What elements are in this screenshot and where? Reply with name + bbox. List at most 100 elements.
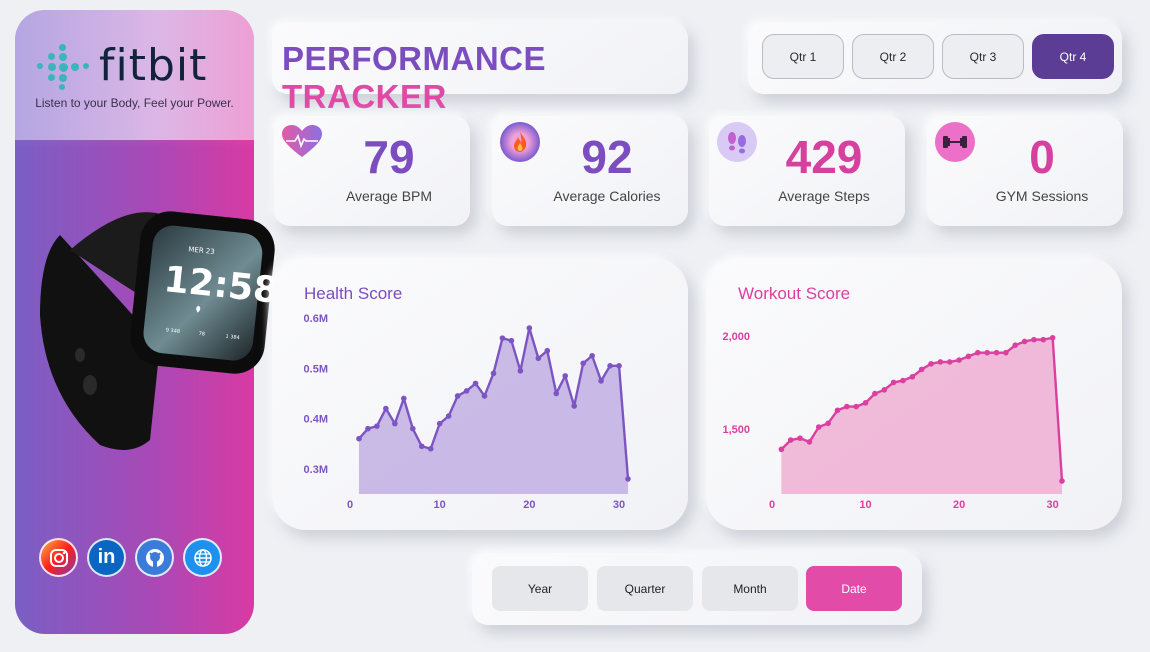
globe-icon[interactable] xyxy=(183,538,222,577)
social-links: in xyxy=(39,538,222,577)
kpi-avg-calories: 92 Average Calories xyxy=(492,116,688,226)
quarter-slicer: Qtr 1 Qtr 2 Qtr 3 Qtr 4 xyxy=(748,22,1122,94)
data-point[interactable] xyxy=(956,357,962,363)
data-point[interactable] xyxy=(356,435,362,442)
y-tick-label: 0.6M xyxy=(304,313,328,325)
data-point[interactable] xyxy=(872,390,878,397)
data-point[interactable] xyxy=(553,390,560,397)
data-point[interactable] xyxy=(853,403,859,410)
data-point[interactable] xyxy=(825,420,831,427)
data-point[interactable] xyxy=(975,349,981,356)
data-point[interactable] xyxy=(607,363,613,369)
data-point[interactable] xyxy=(472,380,479,387)
y-tick-label: 0.5M xyxy=(304,363,328,375)
data-point[interactable] xyxy=(535,355,542,362)
data-point[interactable] xyxy=(427,445,434,452)
data-point[interactable] xyxy=(928,361,934,367)
title-part-1: PERFORMANCE xyxy=(282,40,547,77)
data-point[interactable] xyxy=(508,337,515,344)
data-point[interactable] xyxy=(517,368,524,374)
data-point[interactable] xyxy=(374,423,380,429)
data-point[interactable] xyxy=(1059,478,1065,484)
data-point[interactable] xyxy=(1012,342,1019,348)
qtr-4-button[interactable]: Qtr 4 xyxy=(1032,34,1114,79)
data-point[interactable] xyxy=(598,378,604,384)
data-point[interactable] xyxy=(937,359,944,365)
data-point[interactable] xyxy=(778,446,785,453)
data-point[interactable] xyxy=(1003,349,1009,356)
kpi-avg-bpm: 79 Average BPM xyxy=(274,116,470,226)
data-point[interactable] xyxy=(909,374,916,380)
data-point[interactable] xyxy=(580,360,586,367)
data-point[interactable] xyxy=(490,370,497,377)
health-score-chart[interactable]: 0.3M 0.4M 0.5M 0.6M 0 10 20 30 xyxy=(272,258,688,530)
data-point[interactable] xyxy=(383,405,389,412)
kpi-gym-sessions: 0 GYM Sessions xyxy=(927,116,1123,226)
fitbit-dots-icon xyxy=(37,43,89,90)
data-point[interactable] xyxy=(1040,336,1047,343)
kpi-avg-steps: 429 Average Steps xyxy=(709,116,905,226)
date-button[interactable]: Date xyxy=(806,566,902,611)
y-tick-label: 0.3M xyxy=(304,464,328,476)
data-point[interactable] xyxy=(815,424,822,430)
linkedin-icon[interactable]: in xyxy=(87,538,126,577)
page-title: PERFORMANCE TRACKER xyxy=(282,40,688,116)
data-point[interactable] xyxy=(862,400,869,406)
qtr-1-button[interactable]: Qtr 1 xyxy=(762,34,844,79)
title-card: PERFORMANCE TRACKER xyxy=(272,22,688,115)
quarter-button[interactable]: Quarter xyxy=(597,566,693,611)
instagram-icon[interactable] xyxy=(39,538,78,577)
data-point[interactable] xyxy=(1049,334,1056,341)
data-point[interactable] xyxy=(409,425,416,432)
year-button[interactable]: Year xyxy=(492,566,588,611)
data-point[interactable] xyxy=(454,393,461,399)
data-point[interactable] xyxy=(1021,338,1028,345)
data-point[interactable] xyxy=(616,363,622,369)
data-point[interactable] xyxy=(463,388,470,394)
x-tick-label: 30 xyxy=(1047,499,1059,511)
github-icon[interactable] xyxy=(135,538,174,577)
data-point[interactable] xyxy=(881,387,888,393)
data-point[interactable] xyxy=(625,476,631,482)
data-point[interactable] xyxy=(418,443,425,450)
data-point[interactable] xyxy=(1031,336,1037,343)
data-point[interactable] xyxy=(392,420,398,427)
x-tick-label: 30 xyxy=(613,499,625,511)
x-tick-label: 10 xyxy=(434,499,446,511)
data-point[interactable] xyxy=(481,393,488,399)
qtr-2-button[interactable]: Qtr 2 xyxy=(852,34,934,79)
data-point[interactable] xyxy=(401,395,407,402)
data-point[interactable] xyxy=(844,403,850,410)
x-tick-label: 0 xyxy=(769,499,775,511)
month-button[interactable]: Month xyxy=(702,566,798,611)
data-point[interactable] xyxy=(834,407,841,414)
data-point[interactable] xyxy=(589,352,595,359)
data-point[interactable] xyxy=(965,353,972,360)
data-point[interactable] xyxy=(544,347,551,354)
data-point[interactable] xyxy=(436,420,443,427)
data-point[interactable] xyxy=(918,366,925,373)
data-point[interactable] xyxy=(787,437,794,443)
data-point[interactable] xyxy=(562,373,569,379)
data-point[interactable] xyxy=(984,349,990,356)
data-point[interactable] xyxy=(365,425,371,432)
y-tick-label: 0.4M xyxy=(304,414,328,426)
data-point[interactable] xyxy=(526,325,533,331)
qtr-3-button[interactable]: Qtr 3 xyxy=(942,34,1024,79)
x-tick-label: 0 xyxy=(347,499,353,511)
workout-score-chart[interactable]: 1,500 2,000 0 10 20 30 xyxy=(706,258,1122,530)
data-point[interactable] xyxy=(571,403,577,409)
data-point[interactable] xyxy=(806,439,813,445)
y-tick-label: 2,000 xyxy=(722,331,750,343)
data-point[interactable] xyxy=(797,435,803,441)
data-point[interactable] xyxy=(993,349,1000,356)
brand-tagline: Listen to your Body, Feel your Power. xyxy=(35,96,234,110)
data-point[interactable] xyxy=(445,413,452,419)
data-point[interactable] xyxy=(900,377,906,384)
x-tick-label: 20 xyxy=(953,499,965,511)
kpi-label: Average Calories xyxy=(553,188,661,204)
data-point[interactable] xyxy=(946,359,953,365)
kpi-value: 429 xyxy=(785,131,863,183)
data-point[interactable] xyxy=(499,335,506,341)
data-point[interactable] xyxy=(890,379,897,386)
